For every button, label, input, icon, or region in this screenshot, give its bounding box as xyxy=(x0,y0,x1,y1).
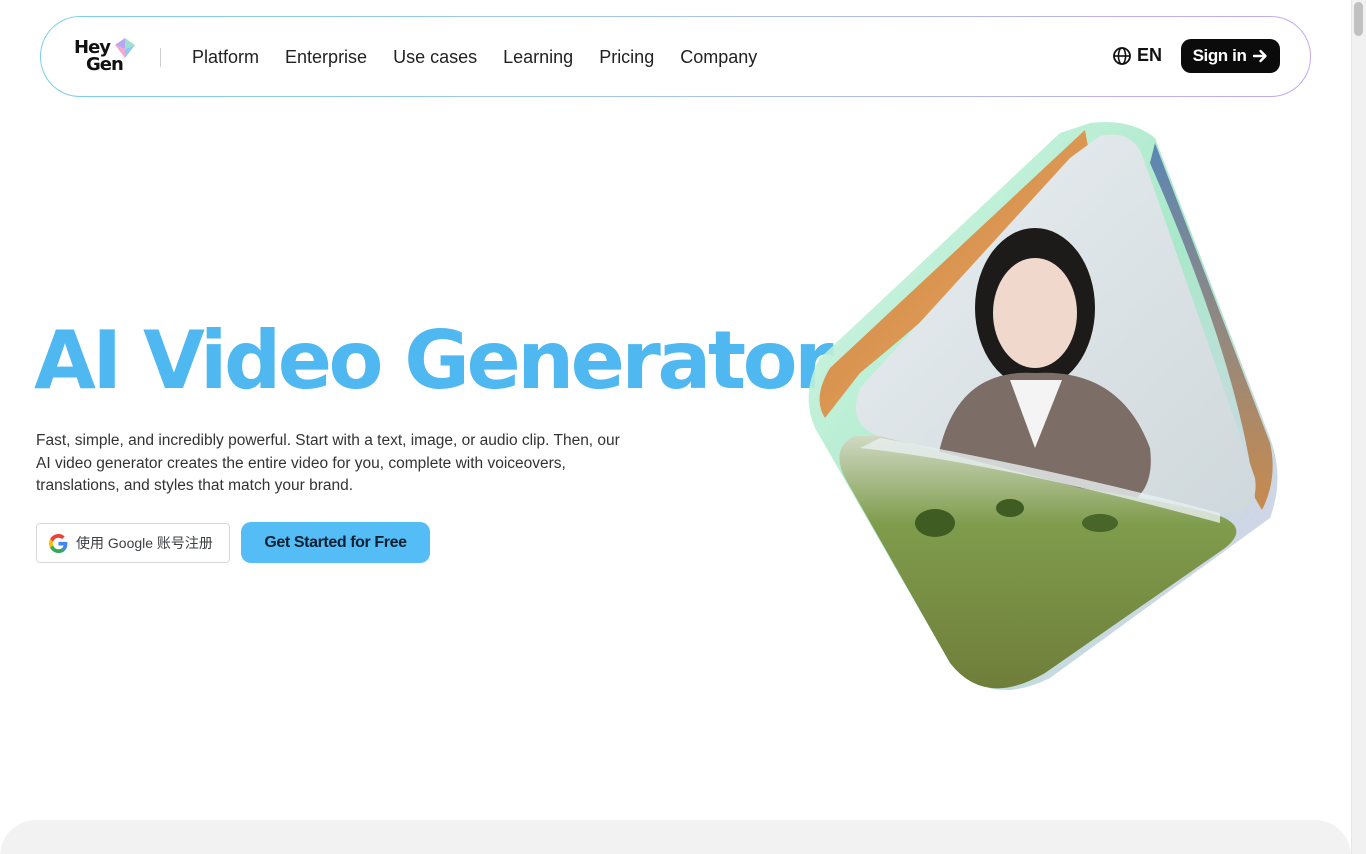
page-scrollbar[interactable] xyxy=(1351,0,1366,854)
nav-item-pricing[interactable]: Pricing xyxy=(599,45,654,69)
top-nav: Hey Gen Platform Enterprise Use cases Le… xyxy=(40,16,1311,97)
heygen-gem-icon xyxy=(115,38,135,58)
next-section-panel xyxy=(0,820,1351,854)
google-signup-button[interactable]: 使用 Google 账号注册 xyxy=(36,523,230,563)
hero-title: AI Video Generator xyxy=(34,314,834,407)
language-selector[interactable]: EN xyxy=(1112,45,1162,66)
nav-item-platform[interactable]: Platform xyxy=(192,45,259,69)
get-started-button[interactable]: Get Started for Free xyxy=(241,522,430,563)
globe-icon xyxy=(1113,46,1131,65)
language-label: EN xyxy=(1137,45,1163,65)
arrow-right-icon xyxy=(1253,49,1268,63)
sign-in-button[interactable]: Sign in xyxy=(1181,39,1280,73)
google-g-icon xyxy=(49,533,68,553)
main-menu: Platform Enterprise Use cases Learning P… xyxy=(192,45,783,69)
sign-in-label: Sign in xyxy=(1192,46,1247,65)
get-started-label: Get Started for Free xyxy=(264,533,407,551)
hero-subtitle: Fast, simple, and incredibly powerful. S… xyxy=(36,432,620,494)
nav-item-learning[interactable]: Learning xyxy=(503,45,573,69)
heygen-logo[interactable]: Hey Gen xyxy=(74,37,138,77)
google-signup-label: 使用 Google 账号注册 xyxy=(76,535,213,551)
nav-item-use-cases[interactable]: Use cases xyxy=(393,45,477,69)
nav-divider xyxy=(160,48,161,67)
hero-video-cube xyxy=(808,122,1278,690)
nav-item-company[interactable]: Company xyxy=(680,45,757,69)
scrollbar-thumb[interactable] xyxy=(1354,2,1363,36)
nav-item-enterprise[interactable]: Enterprise xyxy=(285,45,367,69)
